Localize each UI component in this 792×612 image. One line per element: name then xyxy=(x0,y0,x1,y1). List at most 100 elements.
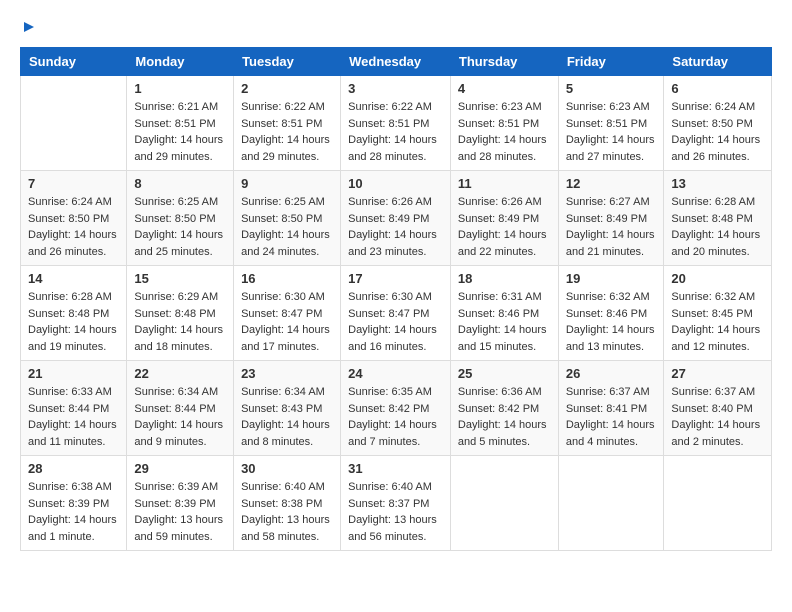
calendar-week-row: 14 Sunrise: 6:28 AMSunset: 8:48 PMDayligh… xyxy=(21,266,772,361)
day-info: Sunrise: 6:40 AMSunset: 8:37 PMDaylight:… xyxy=(348,479,443,545)
day-number: 26 xyxy=(566,366,657,381)
day-number: 14 xyxy=(28,271,119,286)
day-number: 6 xyxy=(671,81,764,96)
logo-arrow-icon xyxy=(22,20,36,39)
day-number: 5 xyxy=(566,81,657,96)
day-number: 29 xyxy=(134,461,226,476)
day-number: 15 xyxy=(134,271,226,286)
calendar-cell: 12 Sunrise: 6:27 AMSunset: 8:49 PMDayligh… xyxy=(558,171,664,266)
calendar-cell: 2 Sunrise: 6:22 AMSunset: 8:51 PMDaylight… xyxy=(234,76,341,171)
calendar-cell xyxy=(21,76,127,171)
calendar-header-monday: Monday xyxy=(127,48,234,76)
day-number: 12 xyxy=(566,176,657,191)
day-info: Sunrise: 6:21 AMSunset: 8:51 PMDaylight:… xyxy=(134,99,226,165)
calendar-header-tuesday: Tuesday xyxy=(234,48,341,76)
day-number: 10 xyxy=(348,176,443,191)
calendar-cell: 30 Sunrise: 6:40 AMSunset: 8:38 PMDayligh… xyxy=(234,456,341,551)
calendar-cell: 10 Sunrise: 6:26 AMSunset: 8:49 PMDayligh… xyxy=(341,171,451,266)
calendar-cell: 13 Sunrise: 6:28 AMSunset: 8:48 PMDayligh… xyxy=(664,171,772,266)
day-info: Sunrise: 6:25 AMSunset: 8:50 PMDaylight:… xyxy=(241,194,333,260)
calendar-header-thursday: Thursday xyxy=(450,48,558,76)
day-number: 13 xyxy=(671,176,764,191)
day-info: Sunrise: 6:33 AMSunset: 8:44 PMDaylight:… xyxy=(28,384,119,450)
day-info: Sunrise: 6:38 AMSunset: 8:39 PMDaylight:… xyxy=(28,479,119,545)
calendar-cell xyxy=(558,456,664,551)
logo xyxy=(20,20,36,39)
calendar-cell: 5 Sunrise: 6:23 AMSunset: 8:51 PMDaylight… xyxy=(558,76,664,171)
calendar-cell: 29 Sunrise: 6:39 AMSunset: 8:39 PMDayligh… xyxy=(127,456,234,551)
page-header xyxy=(20,20,772,39)
day-number: 4 xyxy=(458,81,551,96)
day-number: 7 xyxy=(28,176,119,191)
calendar-week-row: 1 Sunrise: 6:21 AMSunset: 8:51 PMDaylight… xyxy=(21,76,772,171)
day-info: Sunrise: 6:26 AMSunset: 8:49 PMDaylight:… xyxy=(348,194,443,260)
calendar-cell: 14 Sunrise: 6:28 AMSunset: 8:48 PMDayligh… xyxy=(21,266,127,361)
day-number: 17 xyxy=(348,271,443,286)
day-number: 8 xyxy=(134,176,226,191)
day-info: Sunrise: 6:34 AMSunset: 8:43 PMDaylight:… xyxy=(241,384,333,450)
day-number: 24 xyxy=(348,366,443,381)
day-number: 18 xyxy=(458,271,551,286)
day-number: 11 xyxy=(458,176,551,191)
day-number: 20 xyxy=(671,271,764,286)
calendar-week-row: 28Sunrise: 6:38 AMSunset: 8:39 PMDayligh… xyxy=(21,456,772,551)
calendar-cell: 20Sunrise: 6:32 AMSunset: 8:45 PMDayligh… xyxy=(664,266,772,361)
day-info: Sunrise: 6:22 AMSunset: 8:51 PMDaylight:… xyxy=(348,99,443,165)
day-info: Sunrise: 6:37 AMSunset: 8:40 PMDaylight:… xyxy=(671,384,764,450)
calendar-cell: 18 Sunrise: 6:31 AMSunset: 8:46 PMDayligh… xyxy=(450,266,558,361)
day-number: 25 xyxy=(458,366,551,381)
calendar-cell: 16 Sunrise: 6:30 AMSunset: 8:47 PMDayligh… xyxy=(234,266,341,361)
calendar-cell: 9 Sunrise: 6:25 AMSunset: 8:50 PMDaylight… xyxy=(234,171,341,266)
day-number: 27 xyxy=(671,366,764,381)
day-info: Sunrise: 6:32 AMSunset: 8:46 PMDaylight:… xyxy=(566,289,657,355)
day-number: 2 xyxy=(241,81,333,96)
calendar-cell: 15 Sunrise: 6:29 AMSunset: 8:48 PMDayligh… xyxy=(127,266,234,361)
calendar-cell: 4Sunrise: 6:23 AMSunset: 8:51 PMDaylight… xyxy=(450,76,558,171)
calendar-cell xyxy=(664,456,772,551)
calendar-header-sunday: Sunday xyxy=(21,48,127,76)
calendar-cell: 6Sunrise: 6:24 AMSunset: 8:50 PMDaylight… xyxy=(664,76,772,171)
day-info: Sunrise: 6:25 AMSunset: 8:50 PMDaylight:… xyxy=(134,194,226,260)
calendar-header-wednesday: Wednesday xyxy=(341,48,451,76)
day-number: 19 xyxy=(566,271,657,286)
calendar-cell: 1 Sunrise: 6:21 AMSunset: 8:51 PMDaylight… xyxy=(127,76,234,171)
calendar-cell: 8 Sunrise: 6:25 AMSunset: 8:50 PMDaylight… xyxy=(127,171,234,266)
day-number: 1 xyxy=(134,81,226,96)
calendar-week-row: 7 Sunrise: 6:24 AMSunset: 8:50 PMDaylight… xyxy=(21,171,772,266)
calendar-week-row: 21 Sunrise: 6:33 AMSunset: 8:44 PMDayligh… xyxy=(21,361,772,456)
calendar-body: 1 Sunrise: 6:21 AMSunset: 8:51 PMDaylight… xyxy=(21,76,772,551)
day-number: 22 xyxy=(134,366,226,381)
day-info: Sunrise: 6:30 AMSunset: 8:47 PMDaylight:… xyxy=(241,289,333,355)
day-info: Sunrise: 6:27 AMSunset: 8:49 PMDaylight:… xyxy=(566,194,657,260)
day-info: Sunrise: 6:40 AMSunset: 8:38 PMDaylight:… xyxy=(241,479,333,545)
calendar-cell: 7 Sunrise: 6:24 AMSunset: 8:50 PMDaylight… xyxy=(21,171,127,266)
day-number: 30 xyxy=(241,461,333,476)
calendar-header-friday: Friday xyxy=(558,48,664,76)
day-number: 16 xyxy=(241,271,333,286)
calendar-cell: 17Sunrise: 6:30 AMSunset: 8:47 PMDayligh… xyxy=(341,266,451,361)
day-info: Sunrise: 6:31 AMSunset: 8:46 PMDaylight:… xyxy=(458,289,551,355)
day-info: Sunrise: 6:26 AMSunset: 8:49 PMDaylight:… xyxy=(458,194,551,260)
day-number: 9 xyxy=(241,176,333,191)
day-info: Sunrise: 6:39 AMSunset: 8:39 PMDaylight:… xyxy=(134,479,226,545)
calendar-cell: 22Sunrise: 6:34 AMSunset: 8:44 PMDayligh… xyxy=(127,361,234,456)
calendar-cell: 19 Sunrise: 6:32 AMSunset: 8:46 PMDayligh… xyxy=(558,266,664,361)
day-number: 21 xyxy=(28,366,119,381)
calendar-cell: 25 Sunrise: 6:36 AMSunset: 8:42 PMDayligh… xyxy=(450,361,558,456)
calendar-table: SundayMondayTuesdayWednesdayThursdayFrid… xyxy=(20,47,772,551)
day-info: Sunrise: 6:36 AMSunset: 8:42 PMDaylight:… xyxy=(458,384,551,450)
day-info: Sunrise: 6:28 AMSunset: 8:48 PMDaylight:… xyxy=(671,194,764,260)
calendar-cell: 24 Sunrise: 6:35 AMSunset: 8:42 PMDayligh… xyxy=(341,361,451,456)
day-info: Sunrise: 6:23 AMSunset: 8:51 PMDaylight:… xyxy=(566,99,657,165)
calendar-header-saturday: Saturday xyxy=(664,48,772,76)
day-info: Sunrise: 6:28 AMSunset: 8:48 PMDaylight:… xyxy=(28,289,119,355)
day-info: Sunrise: 6:22 AMSunset: 8:51 PMDaylight:… xyxy=(241,99,333,165)
day-info: Sunrise: 6:24 AMSunset: 8:50 PMDaylight:… xyxy=(28,194,119,260)
calendar-cell xyxy=(450,456,558,551)
day-number: 3 xyxy=(348,81,443,96)
calendar-cell: 21 Sunrise: 6:33 AMSunset: 8:44 PMDayligh… xyxy=(21,361,127,456)
day-info: Sunrise: 6:29 AMSunset: 8:48 PMDaylight:… xyxy=(134,289,226,355)
calendar-cell: 26Sunrise: 6:37 AMSunset: 8:41 PMDayligh… xyxy=(558,361,664,456)
calendar-cell: 11 Sunrise: 6:26 AMSunset: 8:49 PMDayligh… xyxy=(450,171,558,266)
day-info: Sunrise: 6:35 AMSunset: 8:42 PMDaylight:… xyxy=(348,384,443,450)
